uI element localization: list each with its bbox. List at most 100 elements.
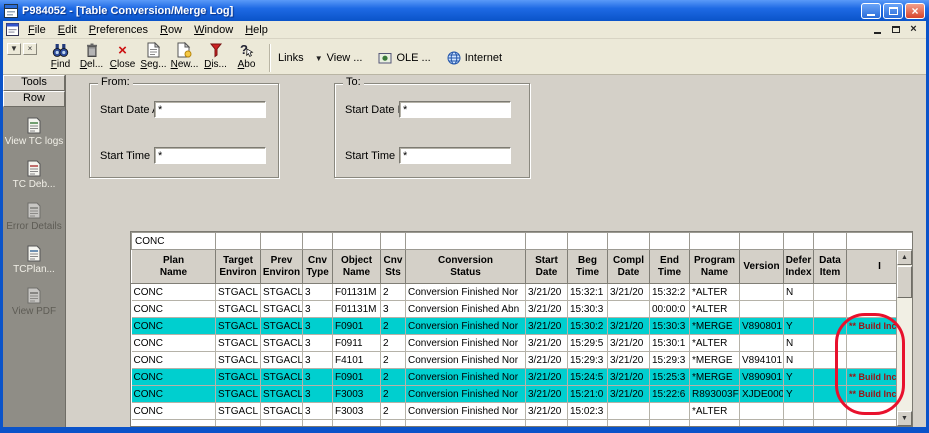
grid-column-header[interactable]: Data Item	[814, 250, 847, 284]
grid-cell[interactable]	[814, 318, 847, 335]
grid-cell[interactable]: 3	[303, 335, 333, 352]
grid-cell[interactable]: N	[784, 335, 814, 352]
internet-button[interactable]: Internet	[442, 50, 507, 66]
qbe-filter-cell[interactable]	[784, 233, 814, 250]
chevron-down-icon[interactable]: ▼	[7, 43, 21, 55]
grid-cell[interactable]: 15:25:3	[650, 369, 690, 386]
mdi-minimize-button[interactable]	[870, 23, 885, 36]
grid-cell[interactable]: 3	[303, 386, 333, 403]
grid-cell[interactable]: 15:02:3	[568, 403, 608, 420]
grid-cell[interactable]: CONC	[132, 284, 216, 301]
grid-cell[interactable]	[740, 420, 784, 428]
grid-cell[interactable]: R893003F	[690, 386, 740, 403]
grid-cell[interactable]: 3/21/20	[526, 318, 568, 335]
restore-button[interactable]	[883, 3, 903, 19]
qbe-filter-cell[interactable]	[381, 233, 406, 250]
grid-cell[interactable]: 15:30:3	[568, 301, 608, 318]
table-row[interactable]	[132, 420, 913, 428]
grid-column-header[interactable]: Version	[740, 250, 784, 284]
grid-cell[interactable]	[740, 301, 784, 318]
grid-cell[interactable]	[568, 420, 608, 428]
qbe-filter-cell[interactable]	[526, 233, 568, 250]
grid-column-header[interactable]: Target Environ	[216, 250, 261, 284]
grid-cell[interactable]: 15:29:3	[650, 352, 690, 369]
mdi-close-button[interactable]: ×	[906, 23, 921, 36]
grid-cell[interactable]: 15:30:3	[650, 318, 690, 335]
scrollbar-thumb[interactable]	[897, 266, 912, 298]
grid-cell[interactable]: F01131M	[333, 301, 381, 318]
grid-cell[interactable]	[526, 420, 568, 428]
grid-cell[interactable]: Conversion Finished Nor	[406, 369, 526, 386]
grid-cell[interactable]: 3/21/20	[608, 352, 650, 369]
grid-column-header[interactable]: End Time	[650, 250, 690, 284]
grid-cell[interactable]: 15:22:6	[650, 386, 690, 403]
qbe-filter-cell[interactable]	[608, 233, 650, 250]
grid-column-header[interactable]: Cnv Type	[303, 250, 333, 284]
grid-cell[interactable]: F0911	[333, 335, 381, 352]
grid-cell[interactable]: STGACL	[261, 352, 303, 369]
grid-cell[interactable]: 3/21/20	[526, 369, 568, 386]
vertical-scrollbar[interactable]: ▲ ▼	[896, 250, 912, 426]
grid-cell[interactable]: STGACL	[216, 386, 261, 403]
grid-cell[interactable]	[814, 420, 847, 428]
qbe-filter-cell[interactable]	[690, 233, 740, 250]
grid-cell[interactable]	[303, 420, 333, 428]
grid-cell[interactable]	[814, 352, 847, 369]
grid-cell[interactable]: STGACL	[261, 301, 303, 318]
grid-cell[interactable]: 3	[303, 352, 333, 369]
grid-cell[interactable]: XJDE000	[740, 386, 784, 403]
grid-cell[interactable]: 3/21/20	[608, 386, 650, 403]
grid-column-header[interactable]: Defer Index	[784, 250, 814, 284]
grid-cell[interactable]: STGACL	[216, 335, 261, 352]
grid-cell[interactable]: Conversion Finished Nor	[406, 318, 526, 335]
grid-cell[interactable]	[784, 420, 814, 428]
grid-cell[interactable]: CONC	[132, 386, 216, 403]
grid-column-header[interactable]: Plan Name	[132, 250, 216, 284]
scroll-up-icon[interactable]: ▲	[897, 250, 912, 265]
grid-cell[interactable]	[608, 420, 650, 428]
grid-cell[interactable]: 15:24:5	[568, 369, 608, 386]
grid-cell[interactable]: 15:30:2	[568, 318, 608, 335]
grid-cell[interactable]: *ALTER	[690, 284, 740, 301]
menu-item-edit[interactable]: Edit	[52, 23, 83, 37]
grid-cell[interactable]: F01131M	[333, 284, 381, 301]
grid-cell[interactable]: 2	[381, 335, 406, 352]
qbe-filter-cell[interactable]	[216, 233, 261, 250]
grid-cell[interactable]: 3/21/20	[526, 301, 568, 318]
table-row[interactable]: CONCSTGACLSTGACL3F41012Conversion Finish…	[132, 352, 913, 369]
sidebar-item-view-tc-logs[interactable]: View TC logs	[3, 117, 65, 148]
qbe-filter-cell[interactable]	[261, 233, 303, 250]
grid-cell[interactable]: 2	[381, 386, 406, 403]
grid-cell[interactable]	[216, 420, 261, 428]
grid-cell[interactable]: 3	[303, 284, 333, 301]
grid-cell[interactable]: STGACL	[216, 284, 261, 301]
grid-cell[interactable]	[608, 403, 650, 420]
panel-close-icon[interactable]: ×	[23, 43, 37, 55]
grid-cell[interactable]: *MERGE	[690, 369, 740, 386]
menu-item-row[interactable]: Row	[154, 23, 188, 37]
about-button[interactable]: ? Abo	[231, 41, 262, 70]
qbe-filter-cell[interactable]	[740, 233, 784, 250]
grid-cell[interactable]	[740, 335, 784, 352]
grid-cell[interactable]: *MERGE	[690, 352, 740, 369]
grid-cell[interactable]	[690, 420, 740, 428]
grid-cell[interactable]: Y	[784, 369, 814, 386]
grid-cell[interactable]: N	[784, 352, 814, 369]
grid-cell[interactable]: STGACL	[216, 318, 261, 335]
exitbar-tab-tools[interactable]: Tools	[3, 75, 65, 91]
grid-column-header[interactable]: Cnv Sts	[381, 250, 406, 284]
qbe-filter-cell[interactable]	[333, 233, 381, 250]
start-date-a-input[interactable]	[154, 101, 266, 118]
grid-column-header[interactable]: Compl Date	[608, 250, 650, 284]
grid-cell[interactable]: V890801	[740, 318, 784, 335]
to-start-time-input[interactable]	[399, 147, 511, 164]
grid-cell[interactable]: STGACL	[216, 352, 261, 369]
close-form-button[interactable]: × Close	[107, 41, 138, 70]
grid-cell[interactable]: 3/21/20	[526, 352, 568, 369]
grid-cell[interactable]	[381, 420, 406, 428]
minimize-button[interactable]	[861, 3, 881, 19]
grid-cell[interactable]: CONC	[132, 369, 216, 386]
from-start-time-input[interactable]	[154, 147, 266, 164]
scroll-down-icon[interactable]: ▼	[897, 411, 912, 426]
sidebar-item-tcplan[interactable]: TCPlan...	[3, 245, 65, 276]
